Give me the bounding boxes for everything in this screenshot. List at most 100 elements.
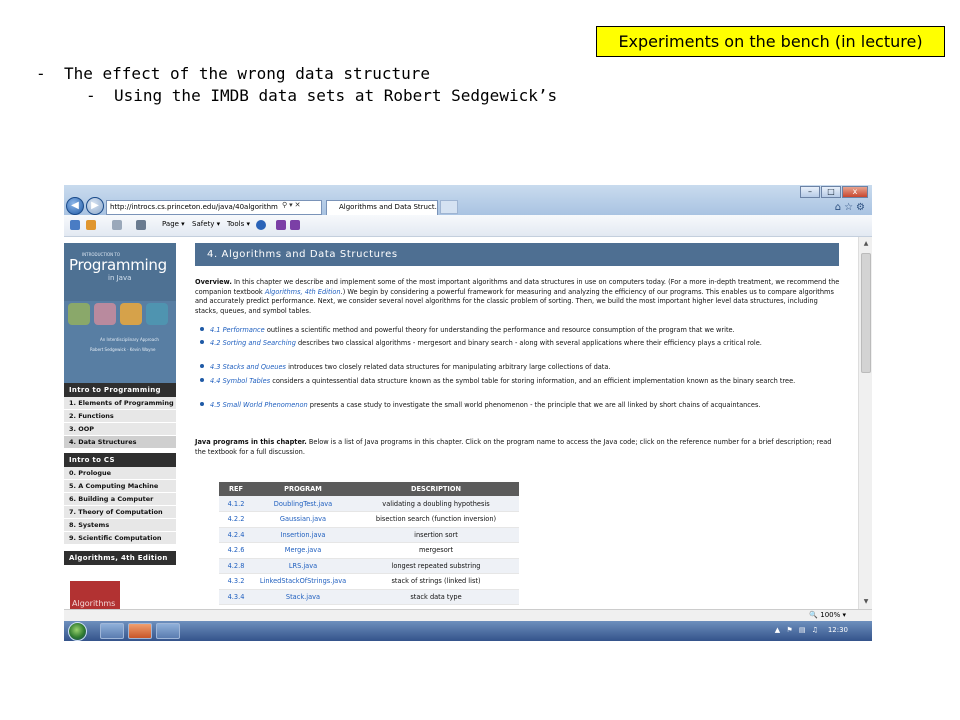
bullet-text: presents a case study to investigate the… xyxy=(307,401,761,409)
sidebar-item-computing-machine[interactable]: 5. A Computing Machine xyxy=(64,480,176,493)
section-intro-programming[interactable]: Intro to Programming xyxy=(64,383,176,397)
cover-subtitle: in Java xyxy=(108,274,132,282)
cover-title: Programming xyxy=(69,256,167,274)
back-icon[interactable]: ◀ xyxy=(66,197,84,215)
home-icon[interactable]: ⌂ xyxy=(835,202,844,213)
stop-icon[interactable]: ✕ xyxy=(295,201,303,209)
bullet-dash: - xyxy=(36,64,46,83)
feeds-icon[interactable] xyxy=(86,220,96,230)
link-symbol-tables[interactable]: 4.4 Symbol Tables xyxy=(210,377,270,385)
link-stacks[interactable]: 4.3 Stacks and Queues xyxy=(210,363,286,371)
table-cell-ref[interactable]: 4.2.4 xyxy=(219,527,253,543)
taskbar-explorer-icon[interactable] xyxy=(100,623,124,639)
page-menu[interactable]: Page ▾ xyxy=(162,220,185,228)
table-cell-program[interactable]: Merge.java xyxy=(253,542,353,559)
table-cell-description: insertion sort xyxy=(353,527,519,543)
nav-buttons: ◀ ▶ xyxy=(66,197,106,215)
cover-interdisciplinary: An Interdisciplinary Approach xyxy=(100,337,159,342)
link-small-world[interactable]: 4.5 Small World Phenomenon xyxy=(210,401,308,409)
table-cell-ref[interactable]: 4.3.2 xyxy=(219,573,253,590)
taskbar-ie-icon[interactable] xyxy=(156,623,180,639)
sidebar-item-building-computer[interactable]: 6. Building a Computer xyxy=(64,493,176,506)
table-cell-program[interactable]: LRS.java xyxy=(253,558,353,574)
bullet-dot-icon xyxy=(200,364,204,368)
tab-algorithms[interactable]: Algorithms and Data Struct... xyxy=(326,200,438,215)
table-cell-ref[interactable]: 4.2.8 xyxy=(219,558,253,574)
link-sorting[interactable]: 4.2 Sorting and Searching xyxy=(210,339,296,347)
sidebar-item-elements[interactable]: 1. Elements of Programming xyxy=(64,397,176,410)
sidebar: INTRODUCTION TO Programming in Java An I… xyxy=(64,237,176,609)
table-cell-program[interactable]: Gaussian.java xyxy=(253,511,353,528)
section-algorithms-4th[interactable]: Algorithms, 4th Edition xyxy=(64,551,176,565)
bullet-sorting: 4.2 Sorting and Searching describes two … xyxy=(200,339,840,361)
table-cell-ref[interactable]: 4.3.4 xyxy=(219,589,253,605)
algorithms-book-cover[interactable]: Algorithms xyxy=(70,581,120,609)
programs-table: REF PROGRAM DESCRIPTION 4.1.2 DoublingTe… xyxy=(219,482,519,605)
volume-icon[interactable]: ♫ xyxy=(812,626,820,634)
table-row: 4.1.2 DoublingTest.java validating a dou… xyxy=(219,496,519,512)
safety-menu[interactable]: Safety ▾ xyxy=(192,220,220,228)
bullet-dot-icon xyxy=(200,402,204,406)
sidebar-item-functions[interactable]: 2. Functions xyxy=(64,410,176,423)
help-icon[interactable] xyxy=(256,220,266,230)
book-cover[interactable]: INTRODUCTION TO Programming in Java An I… xyxy=(64,243,176,383)
overview-paragraph: Overview. In this chapter we describe an… xyxy=(195,278,841,316)
sidebar-item-oop[interactable]: 3. OOP xyxy=(64,423,176,436)
favorites-star-icon[interactable]: ☆ xyxy=(844,202,856,213)
sidebar-item-systems[interactable]: 8. Systems xyxy=(64,519,176,532)
bullet-dot-icon xyxy=(200,378,204,382)
home-page-icon[interactable] xyxy=(70,220,80,230)
bullet-text: describes two classical algorithms - mer… xyxy=(295,339,762,347)
address-controls: ⚲▾✕ xyxy=(282,201,303,209)
bullet-performance: 4.1 Performance outlines a scientific me… xyxy=(200,326,840,338)
table-row: 4.3.2 LinkedStackOfStrings.java stack of… xyxy=(219,573,519,590)
new-tab-button[interactable] xyxy=(440,200,458,214)
algorithms-book-link[interactable]: Algorithms, 4th Edition xyxy=(265,288,341,296)
graph-icon xyxy=(68,303,90,325)
section-intro-cs[interactable]: Intro to CS xyxy=(64,453,176,467)
gear-icon[interactable]: ⚙ xyxy=(856,202,868,213)
onenote-linked-icon[interactable] xyxy=(290,220,300,230)
table-cell-program[interactable]: Insertion.java xyxy=(253,527,353,543)
vertical-scrollbar[interactable]: ▲ ▼ xyxy=(858,237,872,609)
onenote-icon[interactable] xyxy=(276,220,286,230)
tray-arrow-icon[interactable]: ▲ xyxy=(775,626,782,634)
clock[interactable]: 12:30 xyxy=(828,626,848,634)
network-icon[interactable]: ▤ xyxy=(799,626,808,634)
close-button[interactable]: x xyxy=(842,186,868,198)
start-button[interactable] xyxy=(68,622,87,641)
table-row: 4.3.4 Stack.java stack data type xyxy=(219,589,519,605)
link-performance[interactable]: 4.1 Performance xyxy=(210,326,265,334)
forward-icon[interactable]: ▶ xyxy=(86,197,104,215)
table-row: 4.2.4 Insertion.java insertion sort xyxy=(219,527,519,543)
table-cell-program[interactable]: DoublingTest.java xyxy=(253,496,353,512)
scroll-down-icon[interactable]: ▼ xyxy=(861,597,871,607)
toolbar-right-icons: ⌂☆⚙ xyxy=(835,202,868,213)
bullet-2-text: Using the IMDB data sets at Robert Sedge… xyxy=(114,86,558,105)
browser-screenshot: – □ x ◀ ▶ http://introcs.cs.princeton.ed… xyxy=(64,185,872,641)
flag-icon[interactable]: ⚑ xyxy=(786,626,794,634)
table-cell-ref[interactable]: 4.1.2 xyxy=(219,496,253,512)
scroll-up-icon[interactable]: ▲ xyxy=(861,239,871,249)
print-icon[interactable] xyxy=(136,220,146,230)
system-tray: ▲ ⚑ ▤ ♫ xyxy=(775,626,820,634)
table-cell-ref[interactable]: 4.2.2 xyxy=(219,511,253,528)
sidebar-item-scientific[interactable]: 9. Scientific Computation xyxy=(64,532,176,545)
taskbar-powerpoint-icon[interactable] xyxy=(128,623,152,639)
minimize-button[interactable]: – xyxy=(800,186,820,198)
table-cell-program[interactable]: LinkedStackOfStrings.java xyxy=(253,573,353,590)
table-header-program: PROGRAM xyxy=(253,482,353,496)
zoom-level[interactable]: 🔍 100% ▾ xyxy=(809,611,846,619)
maximize-button[interactable]: □ xyxy=(821,186,841,198)
mail-icon[interactable] xyxy=(112,220,122,230)
sidebar-item-prologue[interactable]: 0. Prologue xyxy=(64,467,176,480)
tools-menu[interactable]: Tools ▾ xyxy=(227,220,250,228)
scroll-thumb[interactable] xyxy=(861,253,871,373)
table-cell-description: stack data type xyxy=(353,589,519,605)
sidebar-item-theory[interactable]: 7. Theory of Computation xyxy=(64,506,176,519)
command-bar: Page ▾ Safety ▾ Tools ▾ xyxy=(64,215,872,237)
table-cell-ref[interactable]: 4.2.6 xyxy=(219,542,253,559)
table-cell-program[interactable]: Stack.java xyxy=(253,589,353,605)
algorithms-book-title: Algorithms xyxy=(72,599,116,608)
sidebar-item-data-structures[interactable]: 4. Data Structures xyxy=(64,436,176,449)
